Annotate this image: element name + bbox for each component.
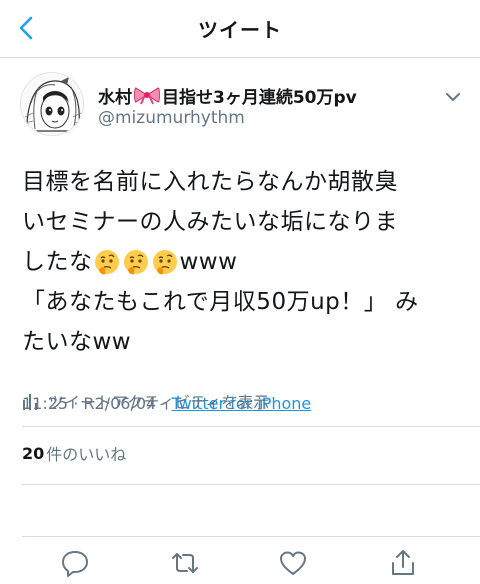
- share-icon[interactable]: [388, 548, 418, 578]
- divider: [22, 484, 480, 485]
- navigation-bar: ツイート: [0, 0, 480, 58]
- tweet-actions: [0, 544, 480, 584]
- heart-icon[interactable]: [278, 548, 308, 578]
- display-name-part2: 目指せ3ヶ月連続50万pv: [162, 87, 357, 108]
- likes-label: 件のいいね: [46, 445, 127, 464]
- ribbon-emoji: [134, 87, 160, 105]
- chevron-down-icon[interactable]: [442, 86, 464, 108]
- likes-count[interactable]: 20 件のいいね: [22, 438, 126, 468]
- tweet-text-segment: したな: [22, 249, 93, 275]
- divider: [22, 426, 480, 427]
- tweet-text-segment: www: [179, 249, 238, 275]
- avatar[interactable]: [20, 72, 84, 136]
- tweet-text-line: 「あなたもこれで月収50万up！」 み: [22, 289, 419, 315]
- tweet-activity-link[interactable]: ツイートアクティビティを表示: [22, 386, 269, 416]
- retweet-icon[interactable]: [170, 548, 200, 578]
- likes-number: 20: [22, 443, 45, 463]
- tweet-text-line: たいなww: [22, 329, 132, 355]
- tweet-text-line: いセミナーの人みたいな垢になりま: [22, 209, 398, 235]
- comment-icon[interactable]: [60, 548, 90, 578]
- tweet-text: 目標を名前に入れたらなんか胡散臭 いセミナーの人みたいな垢になりま したな ww…: [22, 162, 462, 362]
- page-title: ツイート: [198, 18, 282, 42]
- avatar-illustration: [21, 73, 83, 135]
- thinking-face-emoji: [123, 250, 148, 275]
- bar-chart-icon: [23, 394, 37, 410]
- tweet-text-line: したな www: [22, 242, 462, 282]
- divider: [22, 536, 480, 537]
- display-name-part1: 水村: [98, 87, 132, 108]
- tweet-text-line: 目標を名前に入れたらなんか胡散臭: [22, 169, 398, 195]
- thinking-face-emoji: [152, 250, 177, 275]
- thinking-face-emoji: [94, 250, 119, 275]
- user-handle[interactable]: @mizumurhythm: [98, 108, 245, 128]
- display-name[interactable]: 水村 目指せ3ヶ月連続50万pv: [98, 82, 357, 108]
- activity-label: ツイートアクティビティを表示: [48, 393, 270, 412]
